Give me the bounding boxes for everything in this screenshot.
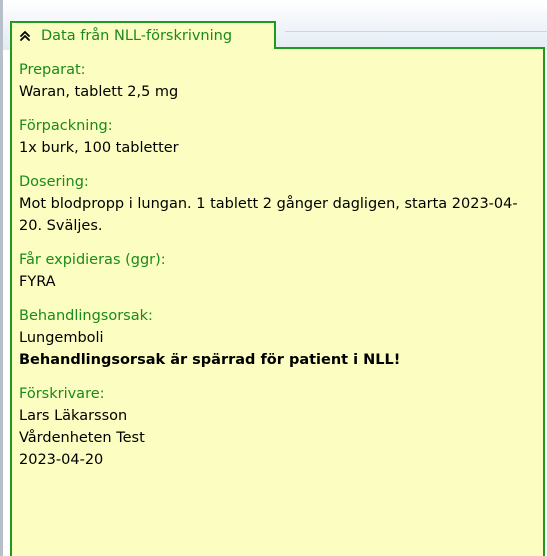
- section-expidieras: Får expidieras (ggr): FYRA: [19, 249, 543, 293]
- forskrivare-label: Förskrivare:: [19, 386, 105, 402]
- left-edge-border: [0, 0, 3, 556]
- expidieras-label: Får expidieras (ggr):: [19, 252, 166, 268]
- panel-title: Data från NLL-förskrivning: [41, 28, 233, 44]
- behandlingsorsak-warning: Behandlingsorsak är spärrad för patient …: [19, 352, 401, 368]
- behandlingsorsak-label: Behandlingsorsak:: [19, 308, 153, 324]
- preparat-label: Preparat:: [19, 62, 86, 78]
- behandlingsorsak-value: Lungemboli: [19, 330, 104, 346]
- nll-prescription-panel: Preparat: Waran, tablett 2,5 mg Förpackn…: [10, 47, 545, 556]
- nll-prescription-panel-header[interactable]: Data från NLL-förskrivning: [10, 21, 276, 49]
- section-dosering: Dosering: Mot blodpropp i lungan. 1 tabl…: [19, 171, 543, 237]
- double-chevron-up-icon[interactable]: [18, 29, 32, 43]
- forskrivare-unit: Vårdenheten Test: [19, 430, 145, 446]
- dosering-value: Mot blodpropp i lungan. 1 tablett 2 gång…: [19, 196, 518, 234]
- section-preparat: Preparat: Waran, tablett 2,5 mg: [19, 59, 543, 103]
- dosering-label: Dosering:: [19, 174, 89, 190]
- expidieras-value: FYRA: [19, 274, 56, 290]
- forpackning-value: 1x burk, 100 tabletter: [19, 140, 179, 156]
- forskrivare-date: 2023-04-20: [19, 452, 104, 468]
- preparat-value: Waran, tablett 2,5 mg: [19, 84, 179, 100]
- section-forskrivare: Förskrivare: Lars Läkarsson Vårdenheten …: [19, 383, 543, 471]
- header-divider: [285, 31, 547, 32]
- forskrivare-name: Lars Läkarsson: [19, 408, 128, 424]
- forpackning-label: Förpackning:: [19, 118, 113, 134]
- section-behandlingsorsak: Behandlingsorsak: Lungemboli Behandlings…: [19, 305, 543, 371]
- section-forpackning: Förpackning: 1x burk, 100 tabletter: [19, 115, 543, 159]
